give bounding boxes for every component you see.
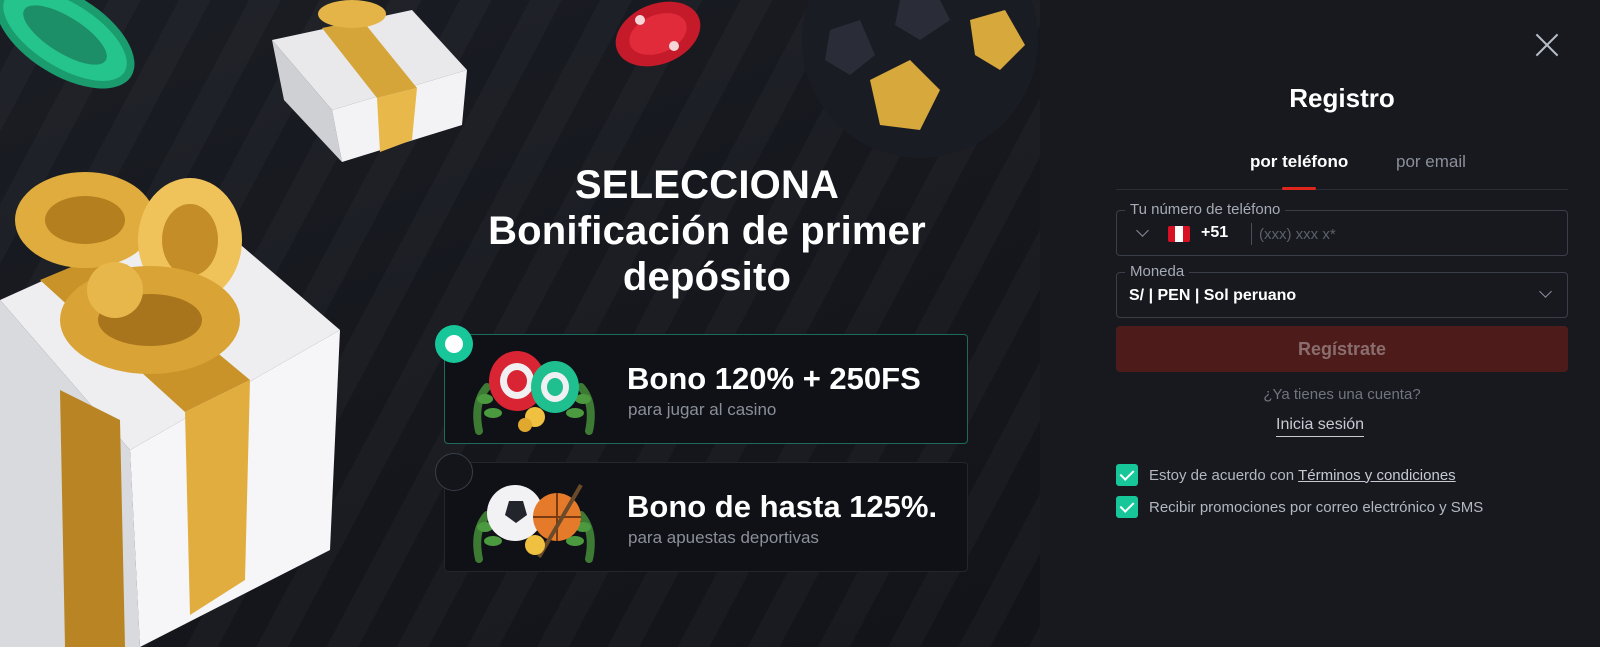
- currency-value: S/ | PEN | Sol peruano: [1129, 287, 1297, 304]
- sports-balls-icon: [473, 483, 595, 563]
- register-button[interactable]: Regístrate: [1116, 326, 1568, 372]
- registration-panel: Registro por teléfono por email Tu númer…: [1040, 0, 1600, 647]
- casino-chips-icon: [473, 351, 595, 435]
- registration-tabs: por teléfono por email: [1116, 152, 1568, 190]
- promo-checkbox[interactable]: [1116, 496, 1138, 518]
- promo-panel: SELECCIONA Bonificación de primer depósi…: [0, 0, 1040, 647]
- bonus-option-sports[interactable]: Bono de hasta 125%. para apuestas deport…: [435, 453, 968, 572]
- radio-selected[interactable]: [435, 325, 473, 363]
- soccer-ball-icon: [802, 0, 1038, 158]
- phone-input[interactable]: [1259, 219, 1549, 249]
- terms-text: Estoy de acuerdo con: [1149, 466, 1295, 484]
- promo-checkbox-row: Recibir promociones por correo electróni…: [1116, 495, 1483, 519]
- currency-field-label: Moneda: [1125, 263, 1190, 280]
- bonus-subtitle: para apuestas deportivas: [628, 528, 819, 547]
- bonus-option-casino[interactable]: Bono 120% + 250FS para jugar al casino: [435, 325, 968, 444]
- terms-checkbox[interactable]: [1116, 464, 1138, 486]
- dial-code[interactable]: +51: [1201, 224, 1228, 242]
- headline-line-2: Bonificación de primer: [488, 209, 926, 253]
- phone-field: Tu número de teléfono +51: [1116, 201, 1568, 256]
- green-chip-icon: [0, 0, 135, 89]
- login-link[interactable]: Inicia sesión: [1276, 416, 1365, 437]
- have-account-text: ¿Ya tienes una cuenta?: [1263, 386, 1421, 403]
- divider: [1251, 223, 1252, 245]
- headline-line-3: depósito: [622, 255, 792, 299]
- terms-checkbox-row: Estoy de acuerdo con Términos y condicio…: [1116, 463, 1456, 487]
- gift-icon: [272, 0, 467, 162]
- currency-select[interactable]: Moneda S/ | PEN | Sol peruano: [1116, 263, 1568, 318]
- headline-line-1: SELECCIONA: [574, 163, 840, 207]
- tab-phone[interactable]: por teléfono: [1250, 152, 1348, 172]
- bonus-subtitle: para jugar al casino: [628, 400, 777, 419]
- promo-headline: SELECCIONA Bonificación de primer depósi…: [452, 162, 962, 300]
- chevron-down-icon: [1539, 285, 1552, 298]
- bonus-title: Bono 120% + 250FS: [627, 361, 921, 396]
- terms-link[interactable]: Términos y condiciones: [1298, 467, 1456, 484]
- promo-text: Recibir promociones por correo electróni…: [1149, 498, 1484, 516]
- bonus-title: Bono de hasta 125%.: [627, 489, 938, 524]
- chevron-down-icon[interactable]: [1136, 224, 1149, 237]
- registration-title: Registro: [1289, 83, 1395, 113]
- close-icon[interactable]: [1534, 32, 1560, 58]
- radio-unselected[interactable]: [435, 453, 473, 491]
- active-tab-indicator: [1282, 187, 1316, 190]
- phone-field-label: Tu número de teléfono: [1125, 201, 1286, 218]
- tab-email[interactable]: por email: [1396, 152, 1466, 172]
- peru-flag-icon[interactable]: [1168, 226, 1190, 242]
- large-gift-icon: [0, 172, 340, 647]
- red-chip-icon: [615, 1, 701, 67]
